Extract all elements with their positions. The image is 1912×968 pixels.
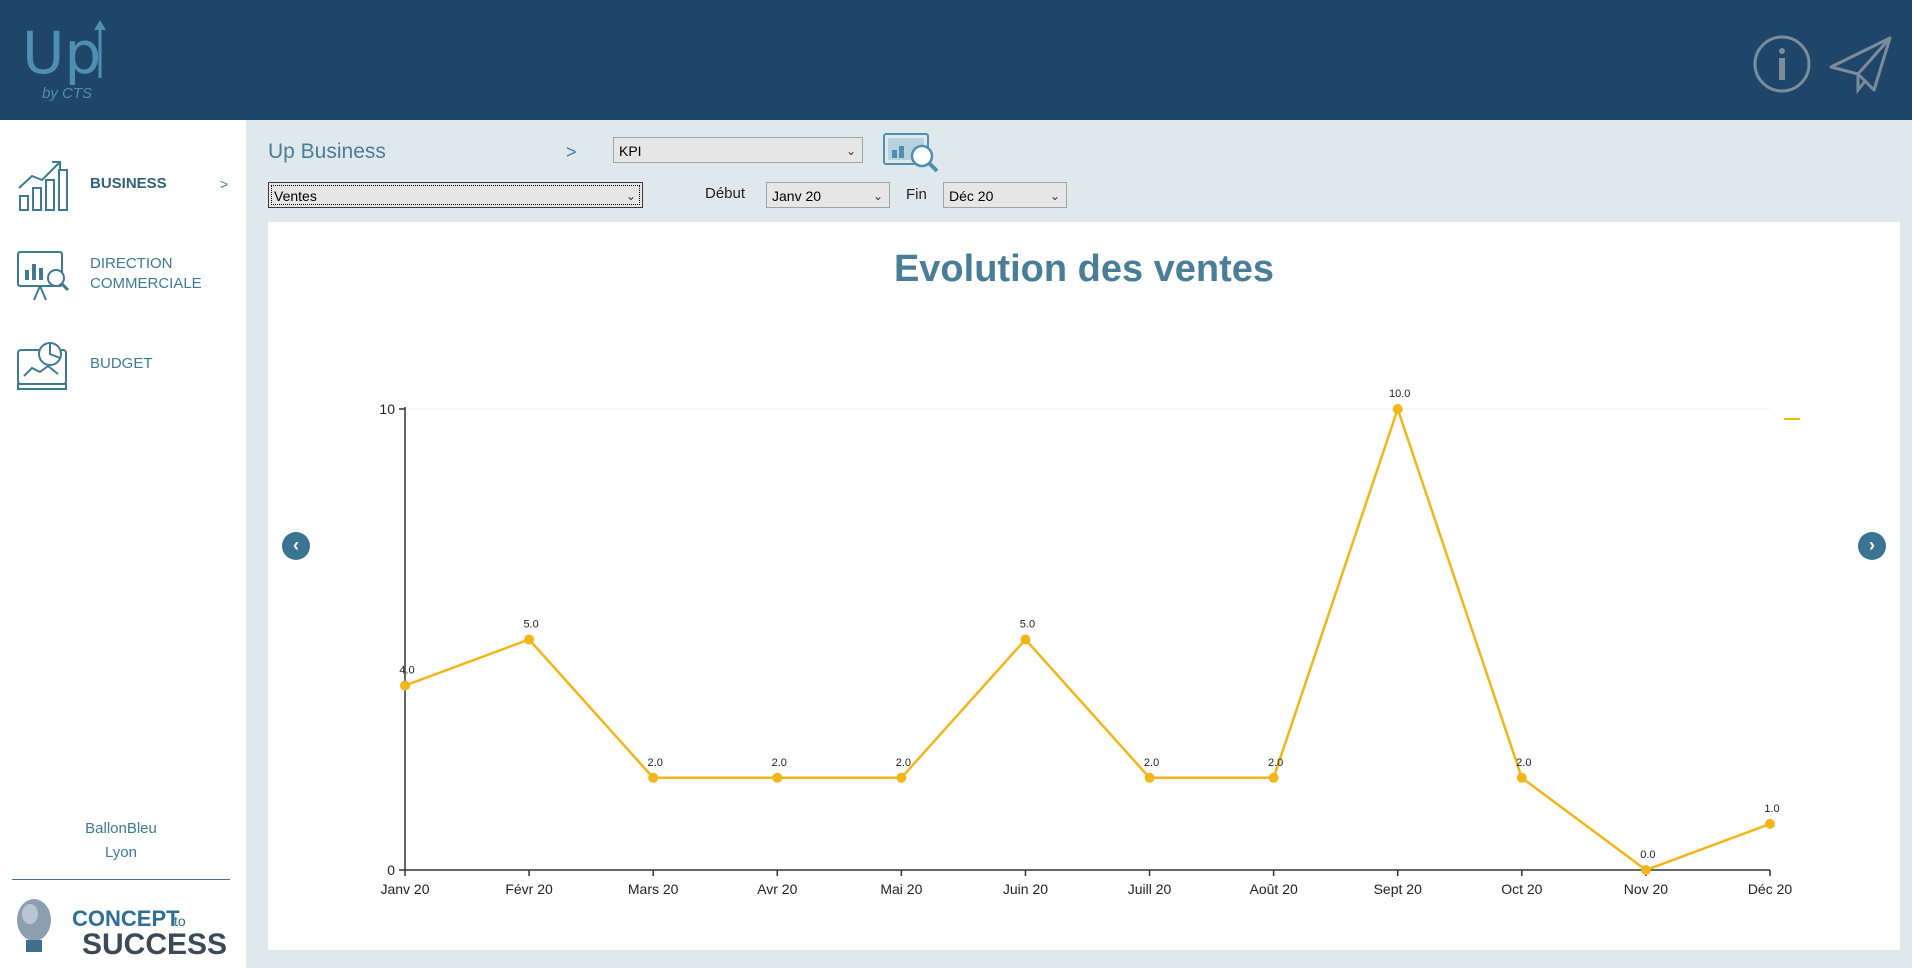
dashboard-search-icon[interactable] — [882, 132, 940, 174]
y-tick-label: 0 — [387, 862, 395, 878]
data-label: 0.0 — [1640, 849, 1655, 861]
presentation-board-icon — [17, 251, 70, 301]
svg-text:by CTS: by CTS — [42, 85, 92, 102]
x-tick-label: Févr 20 — [505, 881, 553, 897]
x-tick-label: Mai 20 — [880, 881, 922, 897]
sidebar-divider — [12, 879, 230, 880]
chevron-down-icon: ⌄ — [625, 189, 636, 203]
top-header: Up by CTS — [0, 0, 1912, 120]
chart-trend-icon — [18, 161, 68, 211]
chart-panel: Evolution des ventes 0 10 Janv 20 Févr 20 Ma… — [268, 222, 1900, 950]
start-label: Début — [705, 185, 746, 202]
sidebar-item-label: DIRECTION — [90, 255, 173, 272]
data-label: 4.0 — [399, 665, 414, 677]
sidebar-item-label: BUDGET — [90, 355, 153, 372]
info-circle-icon[interactable] — [1752, 34, 1812, 94]
client-city: Lyon — [105, 844, 137, 861]
paper-plane-icon[interactable] — [1828, 34, 1894, 94]
sidebar-item-business[interactable]: BUSINESS > — [0, 148, 246, 218]
sidebar-item-label: COMMERCIALE — [90, 275, 202, 292]
end-label: Fin — [906, 186, 927, 203]
chevron-down-icon: ⌄ — [872, 189, 883, 203]
data-point — [1392, 404, 1403, 414]
data-label: 2.0 — [1268, 757, 1283, 769]
x-tick-label: Oct 20 — [1501, 881, 1542, 897]
x-tick-label: Déc 20 — [1748, 881, 1793, 897]
breadcrumb-separator: > — [566, 142, 577, 162]
app-logo[interactable]: Up by CTS — [22, 18, 112, 102]
y-tick-label: 10 — [379, 401, 395, 417]
data-point — [648, 772, 659, 783]
breadcrumb[interactable]: Up Business — [268, 140, 386, 164]
series-line — [404, 405, 1771, 872]
svg-text:Up: Up — [22, 19, 101, 87]
client-name: BallonBleu — [85, 820, 157, 837]
metric-select-value: Ventes — [274, 188, 317, 204]
x-tick-label: Avr 20 — [757, 881, 797, 897]
concept-to-success-logo: CONCEPT to SUCCESS — [17, 899, 227, 958]
end-date-value: Déc 20 — [949, 188, 994, 204]
data-label: 5.0 — [1020, 619, 1035, 631]
previous-chart-button[interactable]: ‹ — [282, 532, 310, 560]
line-chart: 0 10 Janv 20 Févr 20 Mars 20 Avr 20 Mai 20 Juin… — [379, 388, 1800, 897]
sidebar: BUSINESS > DIRECTION COMMERCIALE BUDGET … — [0, 120, 246, 968]
metric-select[interactable]: Ventes ⌄ — [268, 182, 643, 208]
data-point — [1020, 634, 1031, 645]
data-label: 2.0 — [648, 757, 663, 769]
sidebar-item-budget[interactable]: BUDGET — [0, 330, 246, 400]
sidebar-item-label: BUSINESS — [90, 175, 167, 192]
x-tick-label: Mars 20 — [628, 881, 679, 897]
data-label: 2.0 — [1516, 757, 1531, 769]
data-point — [896, 772, 907, 783]
data-point — [400, 680, 410, 691]
data-point — [772, 772, 783, 783]
svg-text:SUCCESS: SUCCESS — [82, 928, 227, 958]
chevron-down-icon: ⌄ — [845, 144, 856, 158]
data-label: 2.0 — [1144, 757, 1159, 769]
end-date-select[interactable]: Déc 20 ⌄ — [943, 182, 1067, 208]
data-point — [1640, 865, 1651, 875]
chevron-right-icon: > — [220, 176, 229, 192]
sidebar-item-direction-commerciale[interactable]: DIRECTION COMMERCIALE — [0, 238, 246, 308]
next-chart-button[interactable]: › — [1858, 532, 1886, 560]
x-tick-label: Juill 20 — [1128, 881, 1172, 897]
x-tick-label: Janv 20 — [380, 881, 429, 897]
data-label: 2.0 — [772, 757, 787, 769]
data-point — [1268, 772, 1279, 783]
x-tick-label: Nov 20 — [1624, 881, 1669, 897]
data-point — [1516, 772, 1527, 783]
data-label: 10.0 — [1389, 388, 1410, 400]
svg-text:to: to — [174, 913, 186, 929]
start-date-value: Janv 20 — [772, 188, 822, 204]
module-select-value: KPI — [619, 143, 642, 159]
data-label: 2.0 — [896, 757, 911, 769]
module-select[interactable]: KPI ⌄ — [613, 137, 863, 163]
start-date-select[interactable]: Janv 20 ⌄ — [766, 182, 890, 208]
x-tick-label: Juin 20 — [1003, 881, 1048, 897]
chevron-down-icon: ⌄ — [1049, 189, 1060, 203]
x-tick-label: Août 20 — [1250, 881, 1298, 897]
data-point — [1144, 772, 1155, 783]
x-tick-label: Sept 20 — [1374, 881, 1422, 897]
data-point — [1765, 818, 1775, 829]
data-label: 5.0 — [523, 619, 538, 631]
budget-report-icon — [17, 342, 67, 390]
data-point — [524, 634, 535, 645]
data-label: 1.0 — [1764, 803, 1779, 815]
